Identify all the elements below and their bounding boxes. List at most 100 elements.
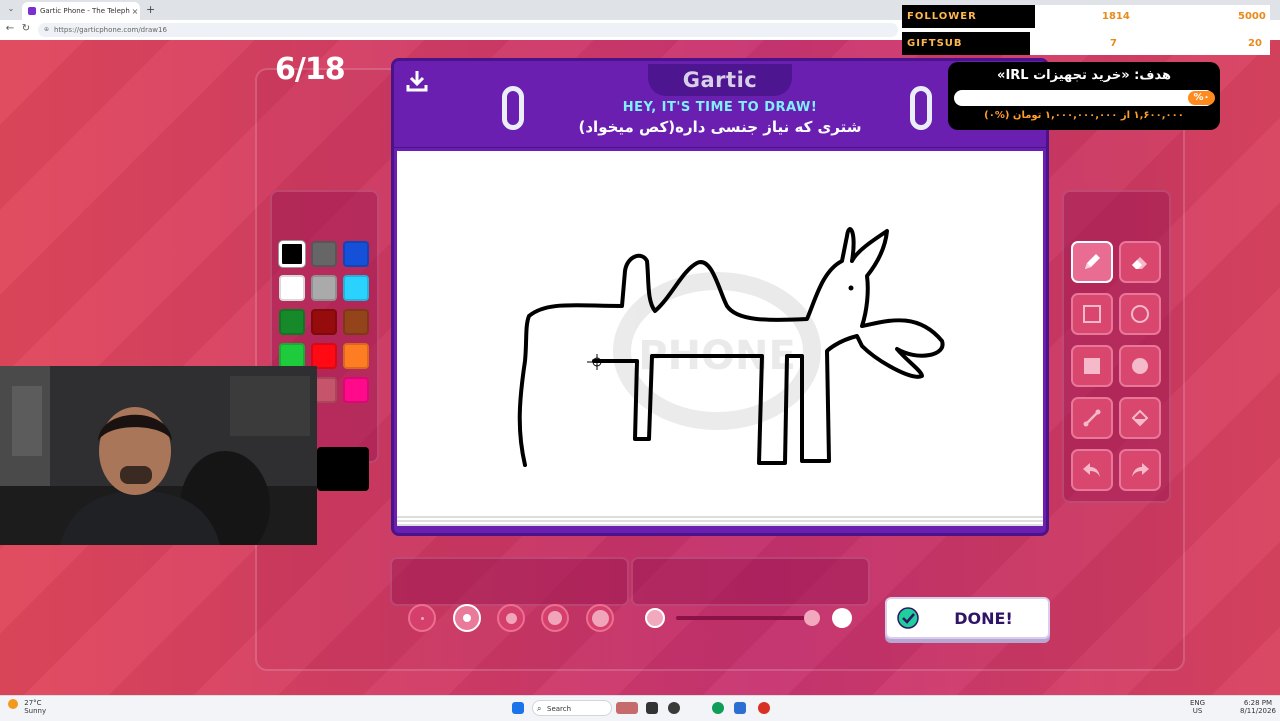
rectangle-tool-button[interactable] xyxy=(1071,293,1113,335)
checkmark-icon xyxy=(897,607,919,629)
done-button[interactable]: DONE! xyxy=(885,597,1050,639)
url-field[interactable]: ⊕ https://garticphone.com/draw16 xyxy=(38,23,898,37)
weather-condition: Sunny xyxy=(24,707,47,715)
follower-count: 1814 xyxy=(1102,11,1130,22)
taskbar-app-5-icon[interactable] xyxy=(734,702,746,714)
opacity-min-icon xyxy=(645,608,665,628)
download-icon[interactable] xyxy=(404,68,430,94)
eraser-icon xyxy=(1132,257,1147,269)
giftsub-count: 7 xyxy=(1110,38,1117,49)
color-swatch[interactable] xyxy=(343,241,369,267)
back-icon[interactable]: ← xyxy=(4,23,16,34)
clock[interactable]: 6:28 PM 8/11/2026 xyxy=(1240,699,1276,715)
ellipse-tool-button[interactable] xyxy=(1119,293,1161,335)
search-icon: ⌕ xyxy=(537,704,542,713)
current-color-preview[interactable] xyxy=(317,447,369,491)
tab-title: Gartic Phone - The Telephone Gar... xyxy=(40,7,130,15)
follower-label: FOLLOWER xyxy=(902,5,1035,28)
windows-start-icon[interactable] xyxy=(512,702,524,714)
giftsub-goal-bar: GIFTSUB 7 20 xyxy=(902,32,1270,55)
follower-track xyxy=(1035,5,1270,28)
undo-icon xyxy=(1083,463,1100,477)
done-button-label: DONE! xyxy=(954,608,1013,628)
taskbar-search[interactable]: ⌕ Search xyxy=(532,700,612,716)
tab-dropdown-icon[interactable]: ⌄ xyxy=(5,3,17,15)
brush-size-1[interactable] xyxy=(408,604,436,632)
rectangle-outline-icon xyxy=(1083,305,1101,323)
donation-goal-percent: %۰ xyxy=(1188,91,1215,105)
brush-size-3[interactable] xyxy=(497,604,525,632)
color-swatch[interactable] xyxy=(279,309,305,335)
drawing-svg: PHONE xyxy=(517,227,945,467)
donation-goal-progress: ۱,۶۰۰,۰۰۰ از ۱,۰۰۰,۰۰۰,۰۰۰ تومان (%۰) xyxy=(984,110,1184,121)
redo-button[interactable] xyxy=(1119,449,1161,491)
site-info-icon[interactable]: ⊕ xyxy=(44,23,49,37)
canvas-paper-edge xyxy=(397,516,1043,526)
fill-bucket-icon xyxy=(1131,409,1149,427)
taskbar-app-3-icon[interactable] xyxy=(668,702,680,714)
follower-target: 5000 xyxy=(1238,11,1266,22)
pencil-tool-button[interactable] xyxy=(1071,241,1113,283)
reload-icon[interactable]: ↻ xyxy=(20,23,32,34)
filled-ellipse-tool-button[interactable] xyxy=(1119,345,1161,387)
opacity-slider[interactable] xyxy=(640,600,860,636)
color-swatch[interactable] xyxy=(279,275,305,301)
windows-taskbar: 27°C Sunny ⌕ Search ENG US 6:28 PM 8/11/… xyxy=(0,695,1280,721)
new-tab-button[interactable]: + xyxy=(146,3,155,16)
opacity-max-icon xyxy=(832,608,852,628)
brush-size-5[interactable] xyxy=(586,604,614,632)
close-tab-icon[interactable]: × xyxy=(130,7,140,16)
color-swatch[interactable] xyxy=(343,275,369,301)
brush-size-4[interactable] xyxy=(541,604,569,632)
color-swatch[interactable] xyxy=(279,241,305,267)
pencil-icon xyxy=(1085,254,1100,269)
color-swatch[interactable] xyxy=(343,309,369,335)
brush-size-selector xyxy=(390,557,629,606)
donation-goal-track xyxy=(954,90,1214,106)
color-swatch[interactable] xyxy=(311,241,337,267)
opacity-slider-panel xyxy=(631,557,870,606)
color-swatch[interactable] xyxy=(343,343,369,369)
color-swatch[interactable] xyxy=(343,377,369,403)
gartic-favicon-icon xyxy=(28,7,36,15)
clock-date: 8/11/2026 xyxy=(1240,707,1276,715)
lang-secondary: US xyxy=(1192,707,1203,715)
url-text: https://garticphone.com/draw16 xyxy=(54,26,167,34)
opacity-track xyxy=(676,616,816,620)
taskbar-app-2-icon[interactable] xyxy=(646,702,658,714)
circle-outline-icon xyxy=(1131,305,1149,323)
donation-goal-widget: هدف: «خرید تجهیزات IRL» %۰ ۱,۶۰۰,۰۰۰ از … xyxy=(948,62,1220,130)
taskbar-search-label: Search xyxy=(547,705,572,713)
drawing-canvas[interactable]: PHONE xyxy=(397,151,1043,524)
filled-rectangle-tool-button[interactable] xyxy=(1071,345,1113,387)
donation-goal-title: هدف: «خرید تجهیزات IRL» xyxy=(997,68,1171,83)
chrome-icon[interactable] xyxy=(712,702,724,714)
eraser-tool-button[interactable] xyxy=(1119,241,1161,283)
color-swatch[interactable] xyxy=(311,275,337,301)
line-tool-button[interactable] xyxy=(1071,397,1113,439)
taskbar-app-1-icon[interactable] xyxy=(616,702,638,714)
webcam-overlay xyxy=(0,366,317,545)
round-counter: 6/18 xyxy=(275,52,346,87)
weather-widget[interactable]: 27°C Sunny xyxy=(8,699,46,715)
sun-icon xyxy=(8,699,18,709)
fill-bucket-tool-button[interactable] xyxy=(1119,397,1161,439)
giftsub-target: 20 xyxy=(1248,38,1262,49)
brush-size-2[interactable] xyxy=(453,604,481,632)
streamer-webcam-image xyxy=(0,366,317,545)
clock-time: 6:28 PM xyxy=(1243,699,1273,707)
gartic-logo: Gartic xyxy=(682,68,758,92)
redo-icon xyxy=(1132,463,1149,477)
circle-fill-icon xyxy=(1132,358,1148,374)
giftsub-track xyxy=(1030,32,1270,55)
browser-tab[interactable]: Gartic Phone - The Telephone Gar... × xyxy=(22,2,140,20)
rectangle-fill-icon xyxy=(1084,358,1100,374)
color-swatch[interactable] xyxy=(311,309,337,335)
language-indicator[interactable]: ENG US xyxy=(1190,699,1205,715)
lang-primary: ENG xyxy=(1190,699,1206,707)
taskbar-app-6-icon[interactable] xyxy=(758,702,770,714)
weather-temp: 27°C xyxy=(24,699,42,707)
undo-button[interactable] xyxy=(1071,449,1113,491)
camel-eye xyxy=(848,285,854,291)
line-icon xyxy=(1083,409,1101,427)
